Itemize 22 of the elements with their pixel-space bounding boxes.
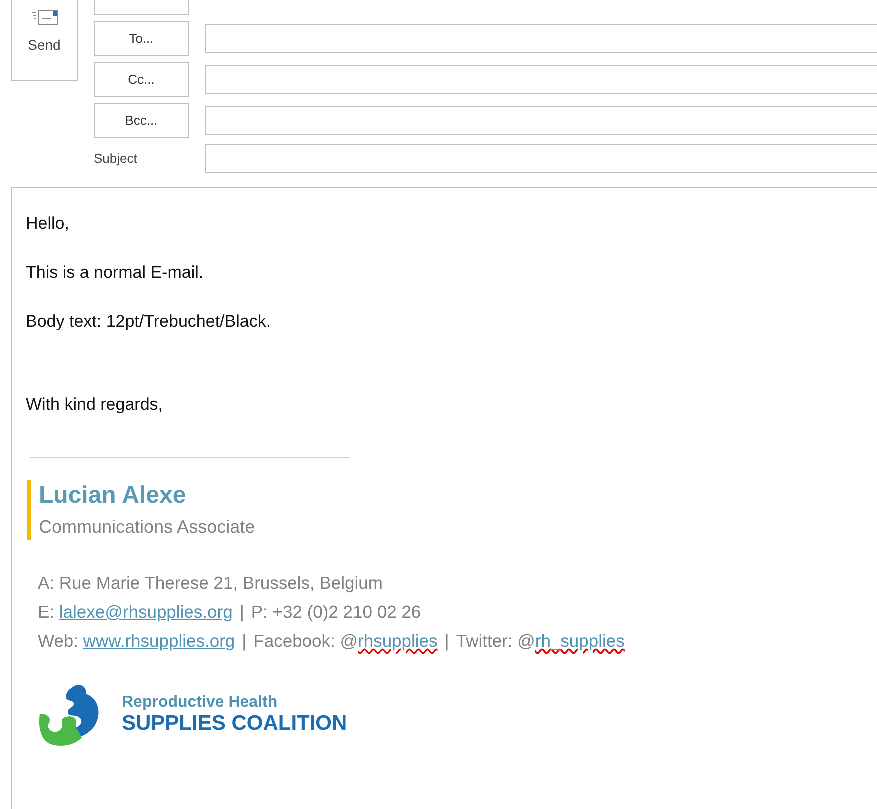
subject-label: Subject [94, 151, 138, 166]
send-button[interactable]: Send [11, 0, 78, 81]
recipient-field[interactable] [205, 65, 877, 94]
body-text: This is a normal E-mail. [26, 263, 205, 283]
recipient-button[interactable]: Cc... [94, 62, 189, 97]
logo-text: Reproductive Health [122, 694, 279, 712]
recipient-button[interactable]: To... [94, 21, 189, 56]
contact-line: E: lalexe@rhsupplies.org | P: +32 (0)2 210 02 26 [38, 601, 422, 623]
recipient-button[interactable]: Bcc... [94, 103, 189, 138]
body-text: Hello, [26, 214, 70, 234]
logo-text: SUPPLIES COALITION [122, 712, 348, 736]
signature-name: Lucian Alexe [39, 482, 188, 510]
recipient-field[interactable] [205, 106, 877, 135]
contact-line: Web: www.rhsupplies.org | Facebook: @rhsupplies | Twitter: @rh_supplies [38, 630, 626, 652]
signature-title: Communications Associate [39, 516, 256, 538]
subject-field[interactable] [205, 144, 877, 173]
header-button[interactable] [94, 0, 189, 15]
body-text: Body text: 12pt/Trebuchet/Black. [26, 312, 272, 332]
contact-line: A: Rue Marie Therese 21, Brussels, Belgium [38, 572, 384, 594]
recipient-field[interactable] [205, 24, 877, 53]
envelope-icon [30, 7, 58, 27]
closing-text: With kind regards, [26, 395, 164, 415]
